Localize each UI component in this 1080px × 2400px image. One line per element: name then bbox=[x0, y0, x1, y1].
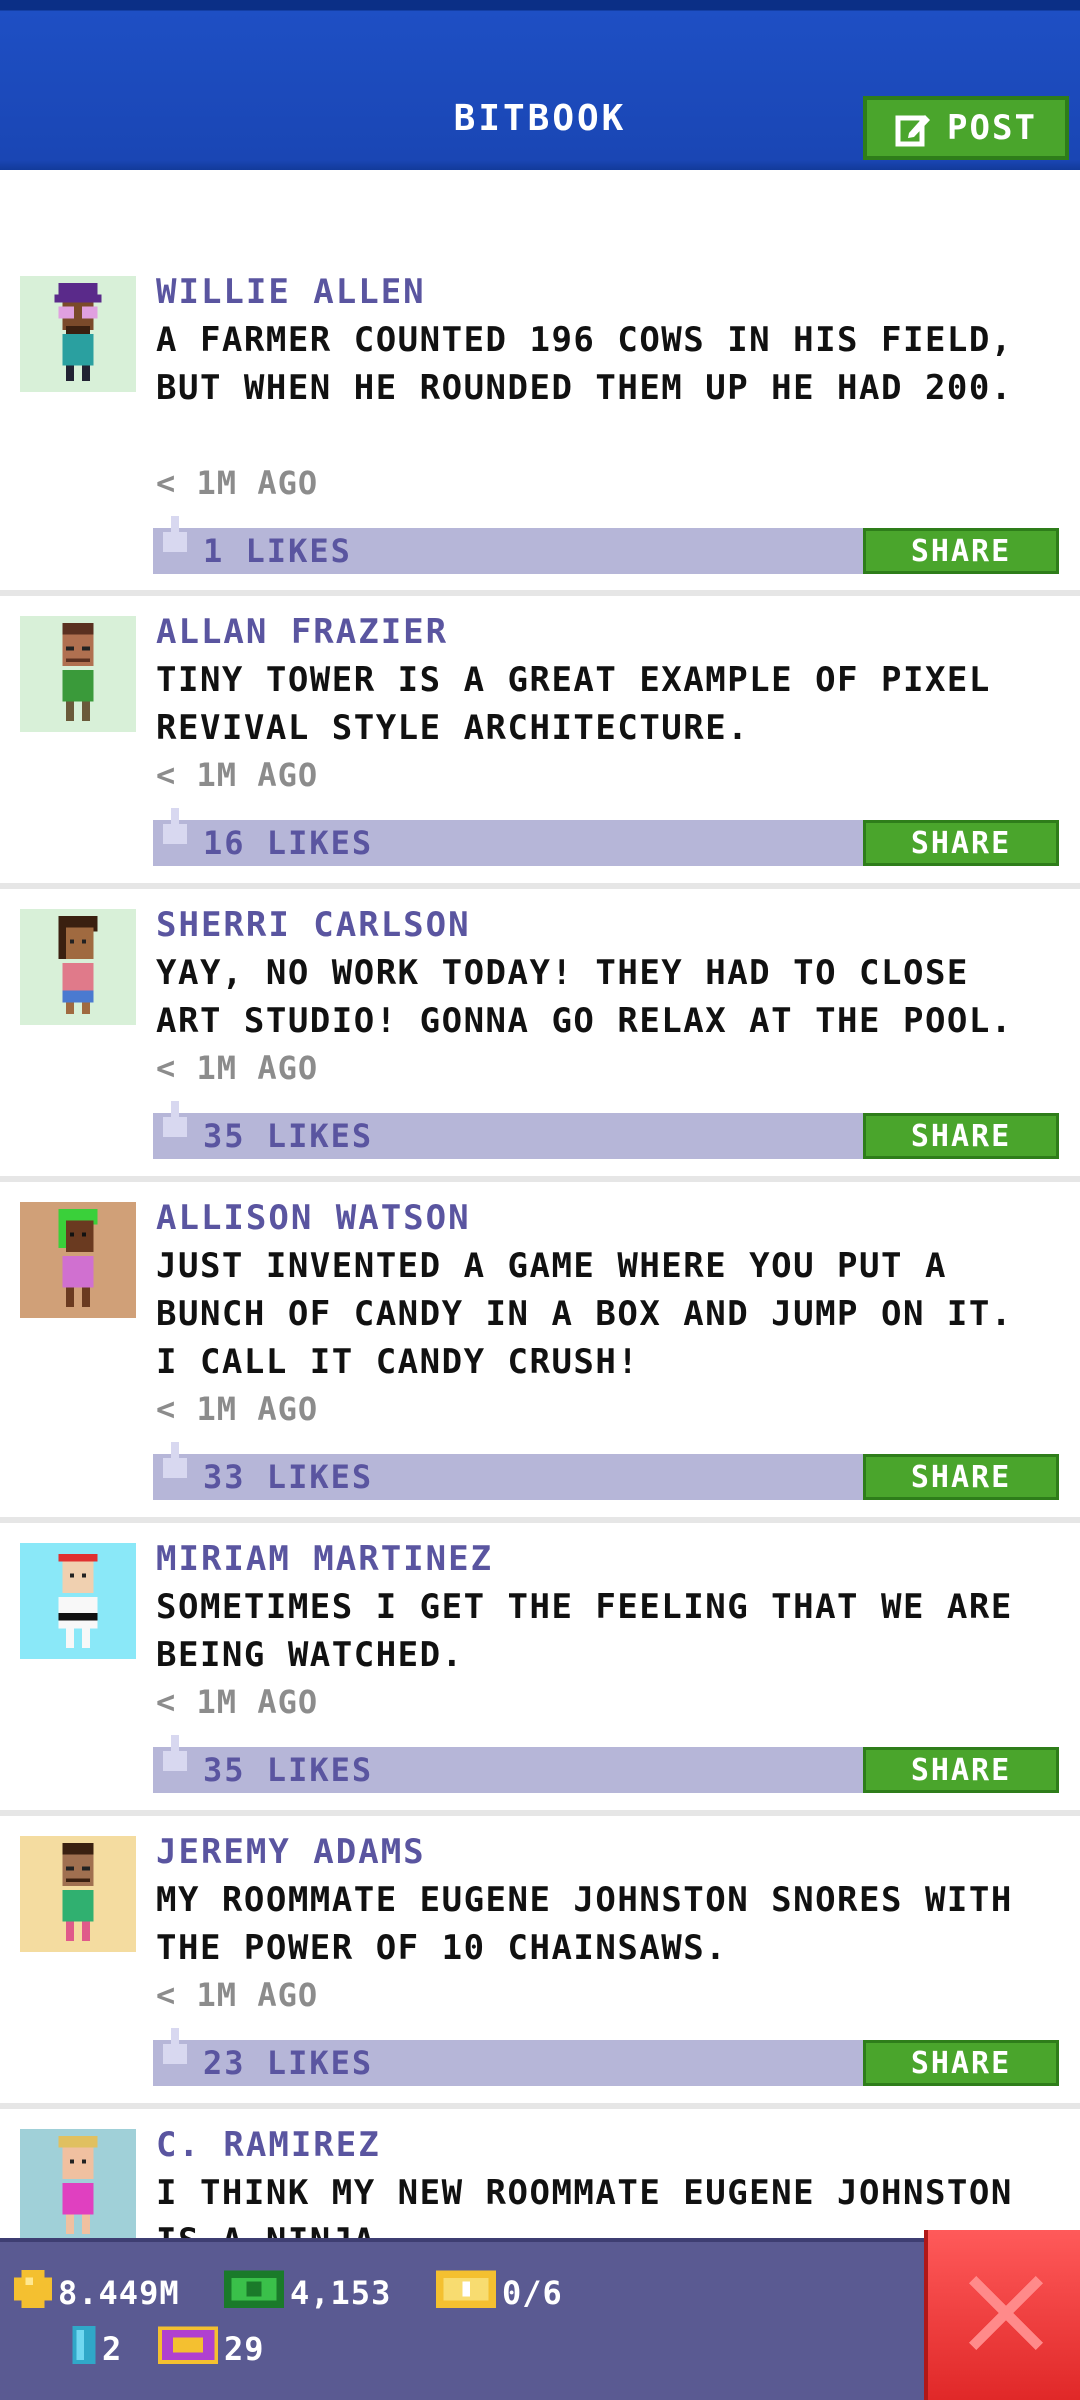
like-bar: 35 LIKES SHARE bbox=[153, 1735, 1059, 1793]
divider bbox=[0, 1176, 1080, 1182]
post-time: < 1M AGO bbox=[156, 756, 319, 794]
like-bar: 1 LIKES SHARE bbox=[153, 516, 1059, 574]
thumbs-up-icon bbox=[163, 1442, 191, 1486]
post-author[interactable]: ALLISON WATSON bbox=[156, 1198, 471, 1238]
share-button[interactable]: SHARE bbox=[863, 2040, 1059, 2086]
likes-count: 16 LIKES bbox=[203, 824, 374, 862]
avatar bbox=[20, 276, 136, 392]
post-message: JUST INVENTED A GAME WHERE YOU PUT A BUN… bbox=[156, 1246, 1013, 1382]
post-time: < 1M AGO bbox=[156, 1976, 319, 2014]
vip-icon bbox=[158, 2326, 218, 2372]
status-bar: 8.449M 4,153 0/6 2 29 bbox=[0, 2230, 1080, 2400]
share-button[interactable]: SHARE bbox=[863, 820, 1059, 866]
app-header: BITBOOK POST bbox=[0, 0, 1080, 170]
like-bar: 23 LIKES SHARE bbox=[153, 2028, 1059, 2086]
likes-count: 35 LIKES bbox=[203, 1117, 374, 1155]
avatar bbox=[20, 1836, 136, 1952]
post-author[interactable]: C. RAMIREZ bbox=[156, 2125, 381, 2165]
post-author[interactable]: SHERRI CARLSON bbox=[156, 905, 471, 945]
post-message: MY ROOMMATE EUGENE JOHNSTON SNORES WITH … bbox=[156, 1880, 1013, 1968]
avatar bbox=[20, 616, 136, 732]
bux-icon bbox=[224, 2270, 284, 2316]
likes-count: 33 LIKES bbox=[203, 1458, 374, 1496]
like-bar: 33 LIKES SHARE bbox=[153, 1442, 1059, 1500]
post-author[interactable]: MIRIAM MARTINEZ bbox=[156, 1539, 493, 1579]
post-button-label: POST bbox=[947, 108, 1037, 148]
thumbs-up-icon bbox=[163, 516, 191, 560]
likes-count: 35 LIKES bbox=[203, 1751, 374, 1789]
thumbs-up-icon bbox=[163, 2028, 191, 2072]
avatar bbox=[20, 2129, 136, 2245]
edit-icon bbox=[895, 109, 933, 147]
share-button[interactable]: SHARE bbox=[863, 528, 1059, 574]
divider bbox=[0, 590, 1080, 596]
share-button[interactable]: SHARE bbox=[863, 1113, 1059, 1159]
post-button[interactable]: POST bbox=[863, 96, 1069, 160]
tickets-stat: 0/6 bbox=[436, 2270, 563, 2316]
divider bbox=[0, 1517, 1080, 1523]
likes-count: 1 LIKES bbox=[203, 532, 352, 570]
close-button[interactable] bbox=[924, 2230, 1080, 2400]
post-time: < 1M AGO bbox=[156, 1390, 319, 1428]
avatar bbox=[20, 1202, 136, 1318]
avatar bbox=[20, 1543, 136, 1659]
close-icon bbox=[969, 2276, 1043, 2354]
post-author[interactable]: WILLIE ALLEN bbox=[156, 272, 426, 312]
thumbs-up-icon bbox=[163, 808, 191, 852]
share-button[interactable]: SHARE bbox=[863, 1454, 1059, 1500]
coin-icon bbox=[14, 2270, 52, 2316]
post-author[interactable]: JEREMY ADAMS bbox=[156, 1832, 426, 1872]
like-bar: 35 LIKES SHARE bbox=[153, 1101, 1059, 1159]
bux-stat: 4,153 bbox=[224, 2270, 391, 2316]
divider bbox=[0, 2103, 1080, 2109]
thumbs-up-icon bbox=[163, 1735, 191, 1779]
keys-stat: 2 bbox=[72, 2326, 122, 2372]
share-button[interactable]: SHARE bbox=[863, 1747, 1059, 1793]
ticket-icon bbox=[436, 2270, 496, 2316]
post-time: < 1M AGO bbox=[156, 1683, 319, 1721]
post-time: < 1M AGO bbox=[156, 1049, 319, 1087]
like-bar: 16 LIKES SHARE bbox=[153, 808, 1059, 866]
divider bbox=[0, 883, 1080, 889]
post-message: TINY TOWER IS A GREAT EXAMPLE OF PIXEL R… bbox=[156, 660, 991, 748]
thumbs-up-icon bbox=[163, 1101, 191, 1145]
tickets-value: 0/6 bbox=[502, 2274, 563, 2312]
keys-value: 2 bbox=[102, 2330, 123, 2368]
coins-value: 8.449M bbox=[58, 2274, 180, 2312]
key-icon bbox=[72, 2326, 96, 2372]
status-bar-border bbox=[0, 2238, 1080, 2242]
bux-value: 4,153 bbox=[290, 2274, 392, 2312]
post-time: < 1M AGO bbox=[156, 464, 319, 502]
avatar bbox=[20, 909, 136, 1025]
post-message: A FARMER COUNTED 196 COWS IN HIS FIELD, … bbox=[156, 320, 1013, 408]
vip-stat: 29 bbox=[158, 2326, 265, 2372]
likes-count: 23 LIKES bbox=[203, 2044, 374, 2082]
post-message: SOMETIMES I GET THE FEELING THAT WE ARE … bbox=[156, 1587, 1013, 1675]
post-message: YAY, NO WORK TODAY! THEY HAD TO CLOSE AR… bbox=[156, 953, 1013, 1041]
vip-value: 29 bbox=[224, 2330, 265, 2368]
divider bbox=[0, 1810, 1080, 1816]
coins-stat: 8.449M bbox=[14, 2270, 180, 2316]
post-author[interactable]: ALLAN FRAZIER bbox=[156, 612, 448, 652]
